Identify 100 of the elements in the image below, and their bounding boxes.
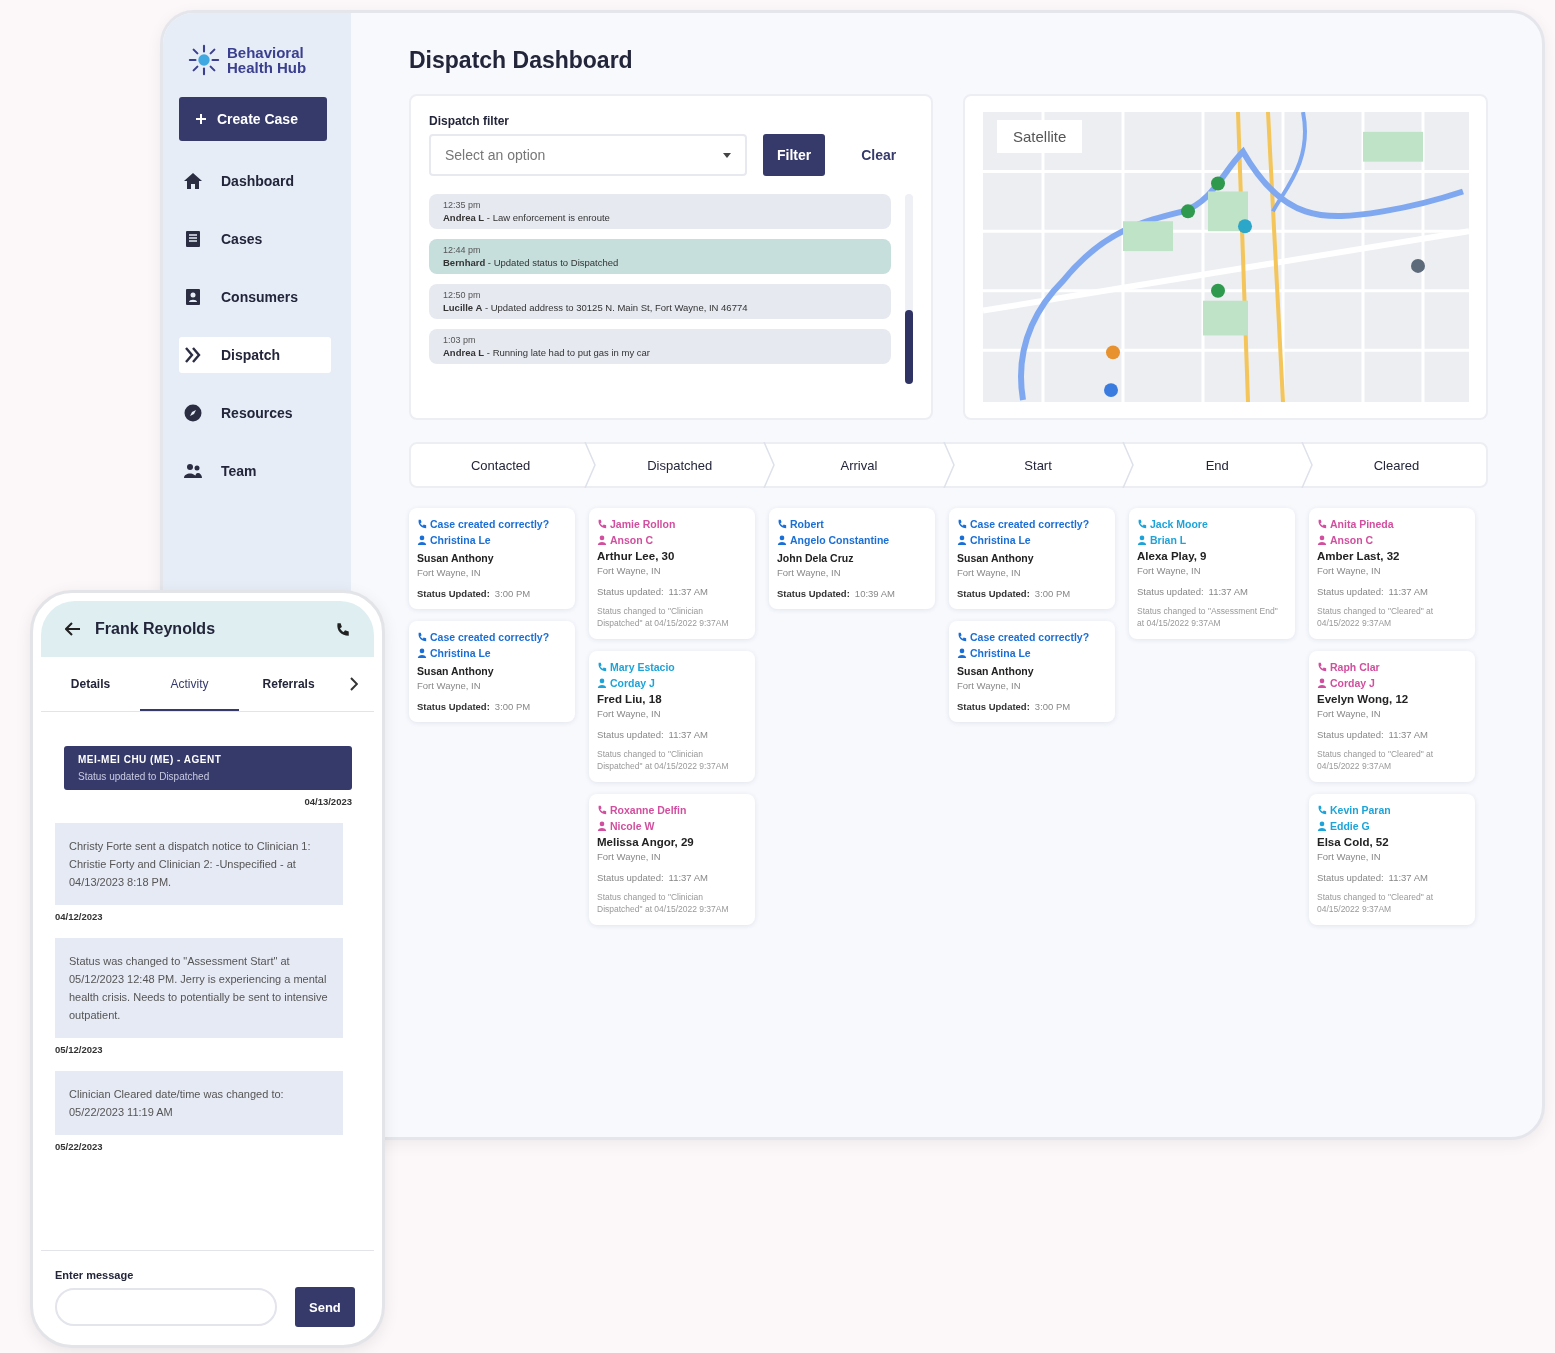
status-note: Status changed to "Cleared" at 04/15/2022 9:37AM xyxy=(1317,891,1435,915)
message-label: Enter message xyxy=(55,1269,135,1281)
activity-time: 12:44 pm xyxy=(443,245,482,255)
back-arrow-icon[interactable] xyxy=(65,622,81,636)
activity-note: Status was changed to "Assessment Start" at 05/12/2023 12:48 PM. Jerry is experiencing a mental health crisis. Needs to potentially be sent to intensive outpatient. xyxy=(55,938,343,1038)
case-card[interactable]: Roxanne Delfin Nicole W Melissa Angor, 29 Fort Wayne, IN Status updated: 11:37 AM Status changed to "Clinician Dispatched" at 04/15/2022 9:37AM xyxy=(589,794,755,925)
caller-name: Anita Pineda xyxy=(1330,518,1394,530)
assignee-name: Christina Le xyxy=(970,647,1031,659)
assignee-name: Nicole W xyxy=(610,820,655,832)
activity-item[interactable]: 12:50 pm Lucille A - Updated address to 30125 N. Main St, Fort Wayne, IN 46774 xyxy=(429,284,891,319)
status-note: Status changed to "Clinician Dispatched" at 04/15/2022 9:37AM xyxy=(597,748,730,772)
clear-button[interactable]: Clear xyxy=(855,146,903,164)
person-icon xyxy=(597,821,607,831)
activity-time: 12:35 pm xyxy=(443,200,482,210)
message-date: 05/12/2023 xyxy=(55,1044,104,1055)
case-card[interactable]: Robert Angelo Constantine John Dela Cruz Fort Wayne, IN Status Updated: 10:39 AM xyxy=(769,508,935,609)
case-card[interactable]: Jamie Rollon Anson C Arthur Lee, 30 Fort Wayne, IN Status updated: 11:37 AM Status changed to "Clinician Dispatched" at 04/15/2022 9:37AM xyxy=(589,508,755,639)
case-card[interactable]: Raph Clar Corday J Evelyn Wong, 12 Fort Wayne, IN Status updated: 11:37 AM Status changed to "Cleared" at 04/15/2022 9:37AM xyxy=(1309,651,1475,782)
activity-item[interactable]: 12:35 pm Andrea L - Law enforcement is enroute xyxy=(429,194,891,229)
assignee-name: Corday J xyxy=(1330,677,1375,689)
caller-name: Jamie Rollon xyxy=(610,518,676,530)
person-icon xyxy=(1317,535,1327,545)
brand-name: Behavioral Health Hub xyxy=(227,45,308,75)
person-icon xyxy=(1317,678,1327,688)
chevron-right-icon[interactable] xyxy=(350,677,358,691)
client-location: Fort Wayne, IN xyxy=(597,708,662,719)
case-card[interactable]: Case created correctly? Christina Le Susan Anthony Fort Wayne, IN Status Updated: 3:00 PM xyxy=(409,621,575,722)
case-card[interactable]: Anita Pineda Anson C Amber Last, 32 Fort Wayne, IN Status updated: 11:37 AM Status changed to "Cleared" at 04/15/2022 9:37AM xyxy=(1309,508,1475,639)
case-card[interactable]: Case created correctly? Christina Le Susan Anthony Fort Wayne, IN Status Updated: 3:00 PM xyxy=(409,508,575,609)
stage-header: Arrival xyxy=(840,457,878,473)
status-time: 11:37 AM xyxy=(1388,586,1428,597)
status-note: Status changed to "Cleared" at 04/15/2022 9:37AM xyxy=(1317,605,1435,629)
nav-item[interactable]: Consumers xyxy=(179,279,331,315)
status-time: 10:39 AM xyxy=(854,588,895,599)
create-case-button[interactable]: Create Case xyxy=(179,97,327,141)
status-note: Status changed to "Cleared" at 04/15/2022 9:37AM xyxy=(1317,748,1435,772)
message-input[interactable] xyxy=(55,1288,277,1326)
assignee-name: Corday J xyxy=(610,677,655,689)
client-location: Fort Wayne, IN xyxy=(957,680,1022,691)
status-note: Status changed to "Clinician Dispatched" at 04/15/2022 9:37AM xyxy=(597,891,730,915)
satellite-button[interactable]: Satellite xyxy=(997,120,1083,153)
filter-button[interactable]: Filter xyxy=(763,134,826,176)
status-label: Status updated: xyxy=(1137,586,1204,597)
phone-icon xyxy=(417,519,427,529)
contact-card-icon xyxy=(183,287,203,307)
nav-item[interactable]: Cases xyxy=(179,221,331,257)
activity-note: Christy Forte sent a dispatch notice to Clinician 1: Christie Forty and Clinician 2: -Unspecified - at 04/13/2023 8:18 PM. xyxy=(55,823,343,905)
nav-item[interactable]: Dashboard xyxy=(179,163,331,199)
activity-time: 1:03 pm xyxy=(443,335,477,345)
message-author: MEI-MEI CHU (ME) - AGENT xyxy=(78,754,223,765)
nav-item[interactable]: Team xyxy=(179,453,331,489)
case-card[interactable]: Case created correctly? Christina Le Susan Anthony Fort Wayne, IN Status Updated: 3:00 PM xyxy=(949,621,1115,722)
dispatch-filter-dropdown[interactable]: Select an option xyxy=(429,134,747,176)
logo-icon xyxy=(187,43,221,77)
person-icon xyxy=(417,648,427,658)
activity-item[interactable]: 1:03 pm Andrea L - Running late had to put gas in my car xyxy=(429,329,891,364)
scrollbar[interactable] xyxy=(905,194,913,384)
phone-icon[interactable] xyxy=(335,621,350,637)
client-location: Fort Wayne, IN xyxy=(1317,565,1382,576)
activity-item[interactable]: 12:44 pm Bernhard - Updated status to Dispatched xyxy=(429,239,891,274)
status-time: 11:37 AM xyxy=(668,586,708,597)
case-card[interactable]: Kevin Paran Eddie G Elsa Cold, 52 Fort Wayne, IN Status updated: 11:37 AM Status changed to "Cleared" at 04/15/2022 9:37AM xyxy=(1309,794,1475,925)
status-label: Status Updated: xyxy=(417,701,490,712)
tab[interactable]: Activity xyxy=(140,657,240,711)
caller-name: Case created correctly? xyxy=(430,631,550,643)
assignee-name: Christina Le xyxy=(430,534,491,546)
client-name: Susan Anthony xyxy=(417,665,495,677)
client-name: Alexa Play, 9 xyxy=(1137,550,1208,562)
phone-icon xyxy=(957,632,967,642)
case-card[interactable]: Mary Estacio Corday J Fred Liu, 18 Fort Wayne, IN Status updated: 11:37 AM Status changed to "Clinician Dispatched" at 04/15/2022 9:37AM xyxy=(589,651,755,782)
assignee-name: Brian L xyxy=(1150,534,1187,546)
send-button[interactable]: Send xyxy=(295,1287,355,1327)
person-icon xyxy=(1317,821,1327,831)
caller-name: Case created correctly? xyxy=(430,518,550,530)
client-location: Fort Wayne, IN xyxy=(777,567,842,578)
case-card[interactable]: Jack Moore Brian L Alexa Play, 9 Fort Wayne, IN Status updated: 11:37 AM Status changed to "Assessment End" at 04/15/2022 9:37AM xyxy=(1129,508,1295,639)
activity-message: Andrea L - Law enforcement is enroute xyxy=(443,212,611,223)
case-card[interactable]: Case created correctly? Christina Le Susan Anthony Fort Wayne, IN Status Updated: 3:00 PM xyxy=(949,508,1115,609)
chevron-separator xyxy=(1300,442,1313,488)
client-name: Amber Last, 32 xyxy=(1317,550,1401,562)
nav-item[interactable]: Resources xyxy=(179,395,331,431)
phone-icon xyxy=(1137,519,1147,529)
caller-name: Mary Estacio xyxy=(610,661,675,673)
person-icon xyxy=(957,648,967,658)
chevron-separator xyxy=(763,442,776,488)
chevron-separator xyxy=(942,442,955,488)
client-location: Fort Wayne, IN xyxy=(957,567,1022,578)
client-name: Susan Anthony xyxy=(957,552,1035,564)
compass-icon xyxy=(183,403,203,423)
phone-icon xyxy=(1317,805,1327,815)
status-label: Status Updated: xyxy=(777,588,850,599)
tab[interactable]: Details xyxy=(41,657,141,711)
status-label: Status updated: xyxy=(1317,872,1384,883)
phone-icon xyxy=(1317,519,1327,529)
status-label: Status Updated: xyxy=(417,588,490,599)
client-location: Fort Wayne, IN xyxy=(597,565,662,576)
nav-item[interactable]: Dispatch xyxy=(179,337,331,373)
tab[interactable]: Referrals xyxy=(239,657,339,711)
message-date: 05/22/2023 xyxy=(55,1141,104,1152)
client-name: Elsa Cold, 52 xyxy=(1317,836,1390,848)
